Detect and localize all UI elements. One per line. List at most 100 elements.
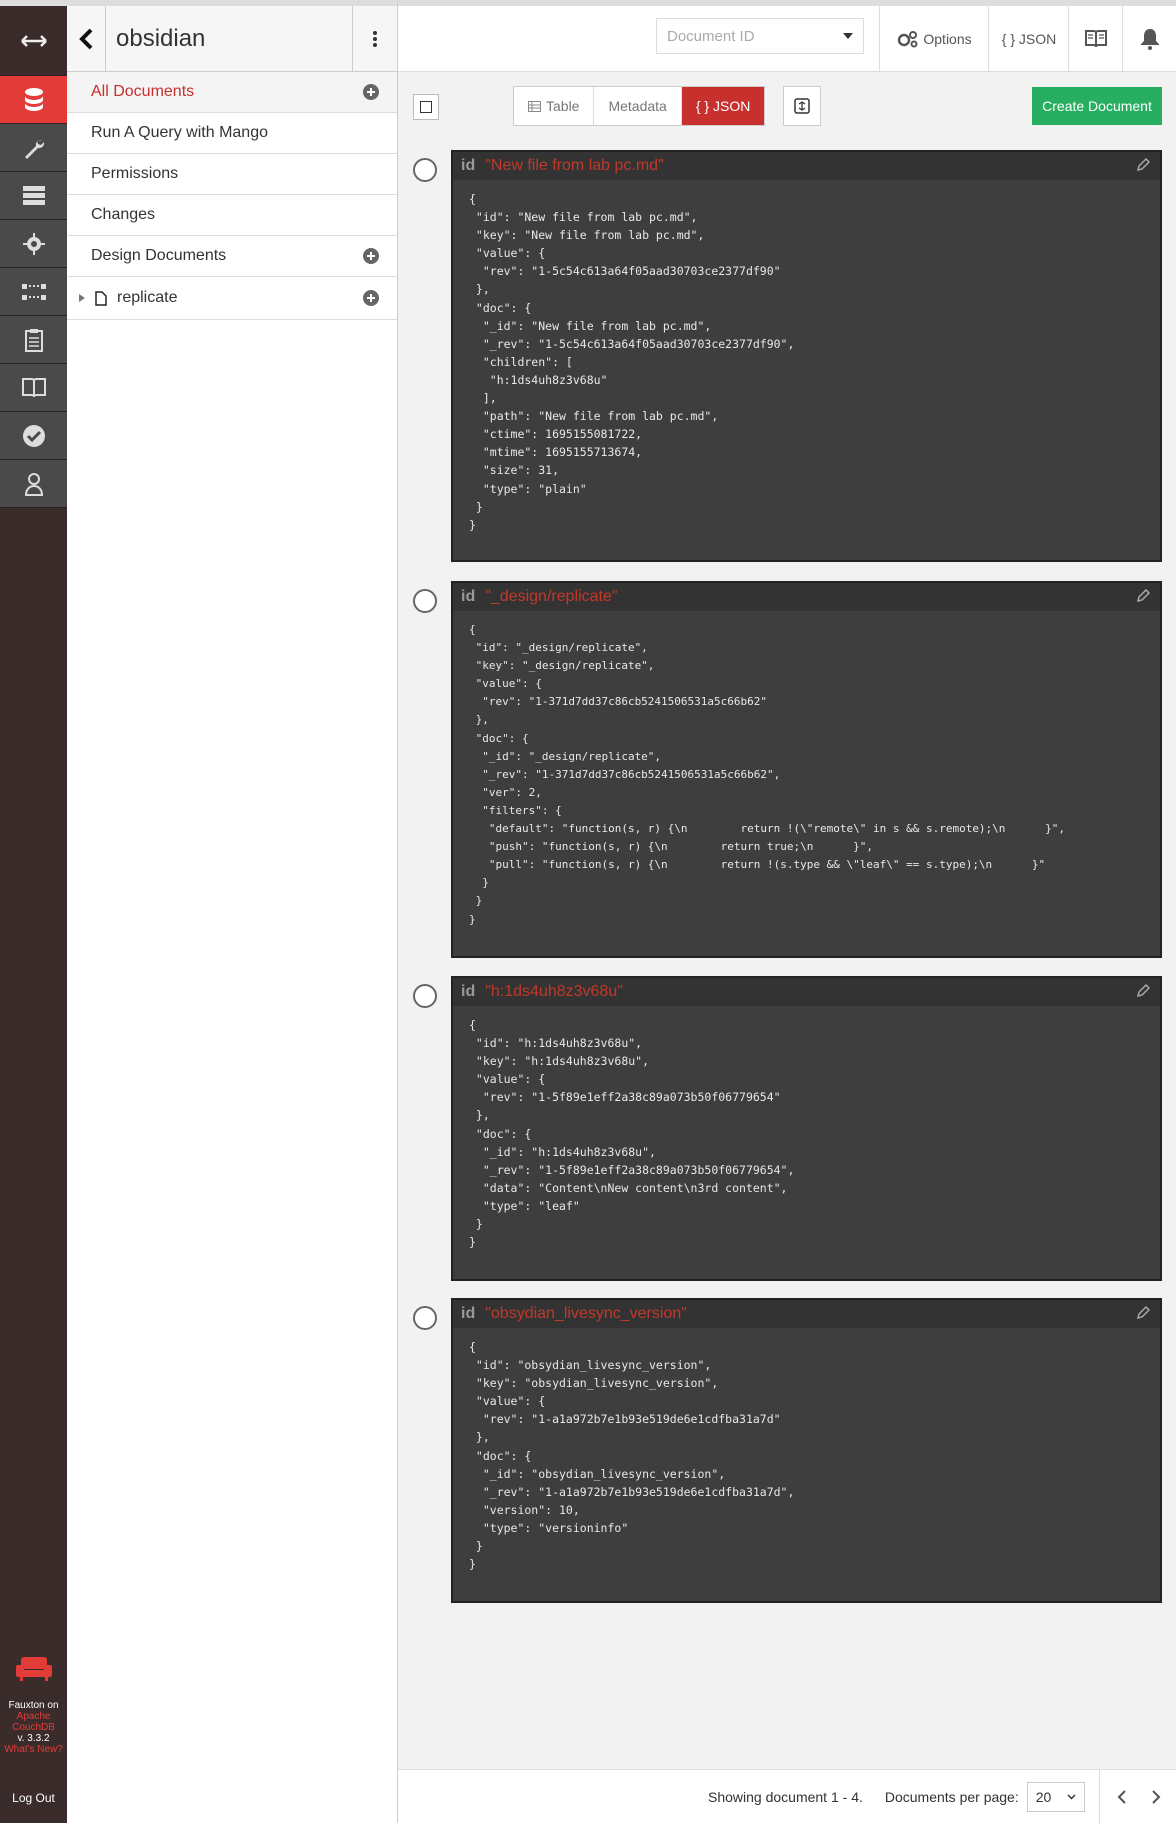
back-button[interactable] (67, 6, 106, 71)
sidebar-item-label: replicate (117, 289, 178, 306)
check-circle-icon (22, 424, 45, 447)
sidebar-item-changes[interactable]: Changes (67, 195, 397, 236)
document-header: id "New file from lab pc.md" (453, 152, 1160, 180)
select-all-checkbox[interactable] (413, 94, 439, 120)
document-id-select[interactable]: Document ID (656, 18, 864, 54)
next-page-icon[interactable] (1150, 1789, 1162, 1804)
document-json: { "id": "h:1ds4uh8z3v68u", "key": "h:1ds… (469, 1018, 795, 1250)
document-id[interactable]: "obsydian_livesync_version" (485, 1305, 687, 1323)
rail-active-tasks[interactable] (0, 172, 67, 220)
couchdb-link[interactable]: CouchDB (0, 1722, 67, 1733)
document-select-checkbox[interactable] (413, 1306, 437, 1330)
metadata-view-button[interactable]: Metadata (594, 87, 682, 125)
document-json: { "id": "obsydian_livesync_version", "ke… (469, 1340, 795, 1572)
rail-config[interactable] (0, 220, 67, 268)
logout-button[interactable]: Log Out (0, 1755, 67, 1823)
wrench-icon (24, 139, 44, 159)
sidebar-item-replicate[interactable]: replicate (67, 277, 397, 320)
sidebar-item-label: Changes (91, 206, 156, 223)
plus-circle-icon[interactable] (363, 290, 379, 306)
per-page-select[interactable]: 20 (1026, 1781, 1085, 1812)
gears-icon (898, 31, 918, 48)
caret-down-icon (843, 33, 853, 39)
create-document-button[interactable]: Create Document (1032, 87, 1162, 125)
plus-circle-icon[interactable] (363, 84, 379, 100)
document-header: id "_design/replicate" (453, 583, 1160, 611)
document-id[interactable]: "h:1ds4uh8z3v68u" (485, 983, 623, 1001)
view-toggle: Table Metadata { } JSON (513, 86, 766, 126)
collapse-icon (794, 98, 810, 114)
database-icon (24, 87, 43, 111)
database-sidebar: obsidian All Documents Run A Query with … (67, 0, 398, 1823)
per-page-value: 20 (1035, 1788, 1052, 1805)
nav-rail: Fauxton on Apache CouchDB v. 3.3.2 What'… (0, 0, 67, 1823)
table-view-button[interactable]: Table (514, 87, 595, 125)
documentation-button[interactable] (1068, 6, 1123, 72)
json-view-button[interactable]: { } JSON (681, 87, 765, 125)
document-id[interactable]: "_design/replicate" (485, 588, 617, 606)
rail-databases[interactable] (0, 76, 67, 124)
vertical-dots-icon (373, 30, 377, 47)
couch-logo-icon (15, 1657, 52, 1681)
whats-new-link[interactable]: What's New? (0, 1744, 67, 1755)
rail-verify[interactable] (0, 412, 67, 460)
options-label: Options (923, 31, 972, 47)
sidebar-header: obsidian (67, 6, 397, 72)
pencil-icon[interactable] (1136, 158, 1150, 172)
checkbox-square-icon (420, 101, 432, 113)
document-header: id "obsydian_livesync_version" (453, 1300, 1160, 1328)
caret-right-icon[interactable] (79, 294, 85, 302)
sidebar-item-all-documents[interactable]: All Documents (67, 72, 397, 113)
sidebar-item-permissions[interactable]: Permissions (67, 154, 397, 195)
document-select-checkbox[interactable] (413, 589, 437, 613)
chevron-left-icon (79, 28, 93, 49)
sidebar-item-design-documents[interactable]: Design Documents (67, 236, 397, 277)
document-json: { "id": "New file from lab pc.md", "key"… (469, 192, 795, 532)
document-card[interactable]: id "_design/replicate" { "id": "_design/… (413, 581, 1162, 958)
clipboard-icon (24, 328, 43, 352)
json-label: { } JSON (1001, 31, 1057, 47)
sidebar-item-label: Run A Query with Mango (91, 124, 268, 141)
documents-toolbar: Table Metadata { } JSON Create Document (398, 72, 1176, 142)
rail-setup[interactable] (0, 124, 67, 172)
notifications-button[interactable] (1122, 6, 1176, 72)
collapse-toggle-button[interactable] (783, 86, 821, 126)
pencil-icon[interactable] (1136, 984, 1150, 998)
toggle-nav-button[interactable] (0, 6, 67, 76)
pagination-footer: Showing document 1 - 4. Documents per pa… (398, 1769, 1176, 1824)
expand-arrows-icon (20, 34, 47, 47)
table-label: Table (546, 98, 580, 114)
sidebar-item-label: Permissions (91, 165, 179, 182)
pencil-icon[interactable] (1136, 589, 1150, 603)
book-icon (1085, 30, 1107, 48)
table-icon (528, 100, 541, 112)
document-card[interactable]: id "h:1ds4uh8z3v68u" { "id": "h:1ds4uh8z… (413, 976, 1162, 1281)
document-select-checkbox[interactable] (413, 158, 437, 182)
database-title: obsidian (116, 24, 206, 52)
rail-documentation[interactable] (0, 364, 67, 412)
rail-replication[interactable] (0, 268, 67, 316)
json-view-label: { } JSON (695, 98, 751, 114)
sidebar-item-label: All Documents (91, 83, 195, 100)
file-icon (95, 290, 107, 306)
previous-page-icon[interactable] (1116, 1789, 1128, 1804)
database-menu-button[interactable] (352, 6, 397, 71)
options-button[interactable]: Options (879, 6, 989, 72)
plus-circle-icon[interactable] (363, 248, 379, 264)
apache-link[interactable]: Apache (0, 1711, 67, 1722)
footer-app-name: Fauxton on (8, 1700, 59, 1711)
sidebar-item-mango-query[interactable]: Run A Query with Mango (67, 113, 397, 154)
metadata-label: Metadata (608, 98, 667, 114)
rail-user[interactable] (0, 460, 67, 508)
rail-clipboard[interactable] (0, 316, 67, 364)
api-json-button[interactable]: { } JSON (988, 6, 1069, 72)
document-card[interactable]: id "obsydian_livesync_version" { "id": "… (413, 1298, 1162, 1603)
document-id[interactable]: "New file from lab pc.md" (485, 157, 664, 175)
pencil-icon[interactable] (1136, 1306, 1150, 1320)
document-select-checkbox[interactable] (413, 984, 437, 1008)
documents-panel: Table Metadata { } JSON Create Document … (398, 72, 1176, 1769)
version-label: v. 3.3.2 (17, 1733, 50, 1744)
id-label: id (461, 157, 476, 174)
document-card[interactable]: id "New file from lab pc.md" { "id": "Ne… (413, 150, 1162, 562)
top-bar: Document ID Options { } JSON (398, 0, 1176, 72)
